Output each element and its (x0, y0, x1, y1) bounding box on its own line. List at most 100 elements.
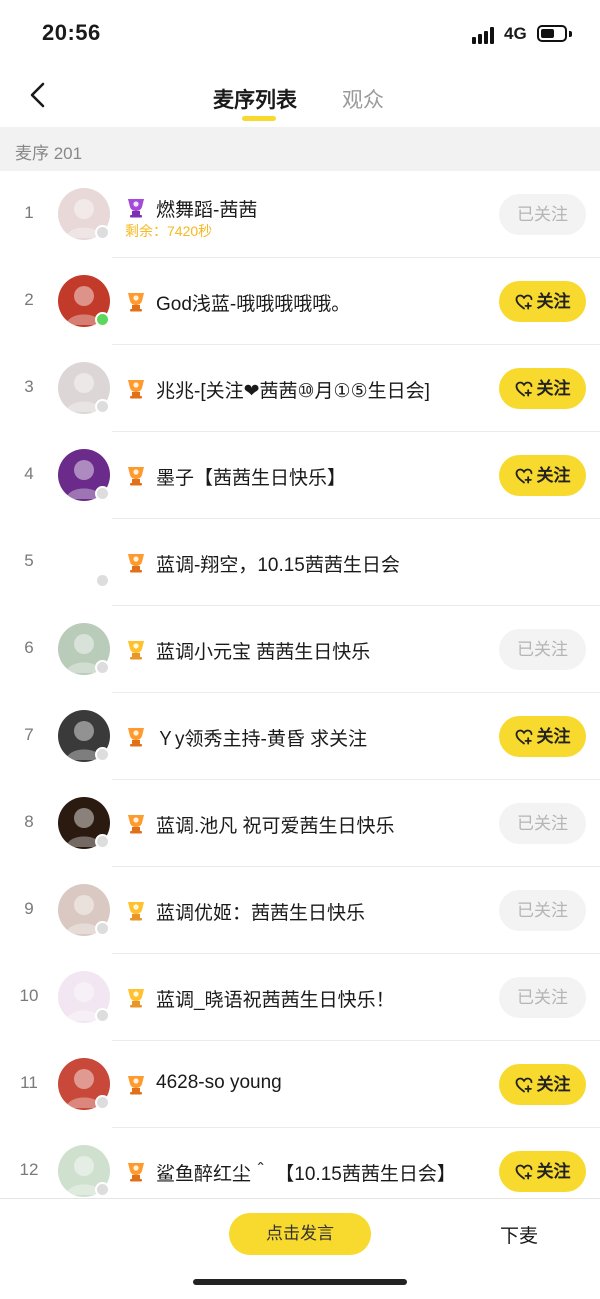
list-item[interactable]: 4 墨子【茜茜生日快乐】 关注 (0, 432, 600, 519)
list-item[interactable]: 8 蓝调.池凡 祝可爱茜生日快乐 已关注 (0, 780, 600, 867)
follow-button-label: 关注 (536, 466, 571, 485)
list-item[interactable]: 9 蓝调优姬：茜茜生日快乐 已关注 (0, 867, 600, 954)
trophy-icon (128, 641, 144, 660)
avatar[interactable] (58, 362, 110, 414)
followed-button[interactable]: 已关注 (499, 977, 586, 1018)
follow-button-label: 关注 (536, 379, 571, 398)
avatar[interactable] (58, 971, 110, 1023)
online-status-dot (95, 225, 110, 240)
online-status-dot (95, 1008, 110, 1023)
online-status-dot (95, 834, 110, 849)
queue-count-bar: 麦序 201 (0, 127, 600, 171)
user-name: 蓝调-翔空，10.15茜茜生日会 (156, 555, 400, 576)
list-item[interactable]: 12 鲨鱼醉红尘＾ 【10.15茜茜生日会】 关注 (0, 1128, 600, 1198)
follow-button-label: 已关注 (517, 901, 568, 920)
active-tab-indicator (242, 116, 276, 121)
followed-button[interactable]: 已关注 (499, 890, 586, 931)
avatar[interactable] (58, 1145, 110, 1197)
trophy-icon (128, 1076, 144, 1095)
user-name: 蓝调优姬：茜茜生日快乐 (156, 903, 366, 924)
follow-button-label: 关注 (536, 292, 571, 311)
avatar[interactable] (58, 275, 110, 327)
rank-number: 11 (20, 1073, 38, 1092)
heart-plus-icon (515, 381, 532, 396)
avatar[interactable] (58, 536, 110, 588)
rank-number: 4 (24, 464, 34, 483)
trophy-icon (128, 293, 144, 312)
avatar[interactable] (58, 188, 110, 240)
follow-button-label: 关注 (536, 727, 571, 746)
trophy-icon (128, 199, 144, 218)
heart-plus-icon (515, 1164, 532, 1179)
back-button[interactable] (24, 78, 54, 112)
online-status-dot (95, 747, 110, 762)
trophy-icon (128, 380, 144, 399)
list-item[interactable]: 2 God浅蓝-哦哦哦哦哦。 关注 (0, 258, 600, 345)
online-status-dot (95, 312, 110, 327)
avatar[interactable] (58, 623, 110, 675)
battery-tip (569, 31, 572, 37)
rank-number: 3 (24, 377, 34, 396)
chevron-left-icon (30, 82, 45, 108)
heart-plus-icon (515, 294, 532, 309)
followed-button[interactable]: 已关注 (499, 629, 586, 670)
followed-button[interactable]: 已关注 (499, 803, 586, 844)
queue-count-label: 麦序 201 (15, 144, 83, 163)
user-name: 兆兆-[关注❤茜茜⑩月①⑤生日会] (156, 381, 430, 402)
leave-mic-button[interactable]: 下麦 (500, 1221, 538, 1248)
follow-button-label: 关注 (536, 1075, 571, 1094)
list-item[interactable]: 7 Ｙy领秀主持-黄昏 求关注 关注 (0, 693, 600, 780)
follow-button[interactable]: 关注 (499, 281, 586, 322)
heart-plus-icon (515, 1077, 532, 1092)
rank-number: 6 (24, 638, 34, 657)
list-item[interactable]: 6 蓝调小元宝 茜茜生日快乐 已关注 (0, 606, 600, 693)
trophy-icon (128, 902, 144, 921)
mic-queue-list[interactable]: 1 燃舞蹈-茜茜 剩余：7420秒 已关注 2 God浅蓝-哦哦哦哦哦。 关注 … (0, 171, 600, 1198)
avatar[interactable] (58, 1058, 110, 1110)
status-bar: 20:56 4G (0, 0, 600, 70)
heart-plus-icon (515, 468, 532, 483)
followed-button[interactable]: 已关注 (499, 194, 586, 235)
follow-button[interactable]: 关注 (499, 455, 586, 496)
online-status-dot (95, 1182, 110, 1197)
rank-number: 1 (24, 203, 34, 222)
avatar[interactable] (58, 884, 110, 936)
trophy-icon (128, 467, 144, 486)
list-item[interactable]: 1 燃舞蹈-茜茜 剩余：7420秒 已关注 (0, 171, 600, 258)
online-status-dot (95, 486, 110, 501)
user-name: 蓝调.池凡 祝可爱茜生日快乐 (156, 816, 395, 837)
avatar[interactable] (58, 710, 110, 762)
rank-number: 7 (24, 725, 34, 744)
follow-button-label: 已关注 (517, 640, 568, 659)
follow-button[interactable]: 关注 (499, 716, 586, 757)
rank-number: 9 (24, 899, 34, 918)
user-name: 鲨鱼醉红尘＾ 【10.15茜茜生日会】 (156, 1164, 456, 1185)
bottom-bar: 点击发言 下麦 (0, 1198, 600, 1299)
trophy-icon (128, 989, 144, 1008)
online-status-dot (95, 399, 110, 414)
trophy-icon (128, 728, 144, 747)
tab-audience[interactable]: 观众 (342, 84, 384, 114)
online-status-dot (95, 573, 110, 588)
follow-button-label: 已关注 (517, 814, 568, 833)
list-item[interactable]: 11 4628-so young 关注 (0, 1041, 600, 1128)
user-name: 燃舞蹈-茜茜 (156, 200, 258, 221)
trophy-icon (128, 815, 144, 834)
network-type: 4G (504, 24, 527, 43)
list-item[interactable]: 10 蓝调_晓语祝茜茜生日快乐！ 已关注 (0, 954, 600, 1041)
speak-button[interactable]: 点击发言 (229, 1213, 371, 1255)
user-name: 蓝调_晓语祝茜茜生日快乐！ (156, 990, 395, 1011)
signal-icon (472, 26, 498, 44)
header: 麦序列表 观众 (0, 70, 600, 126)
user-name: 蓝调小元宝 茜茜生日快乐 (156, 642, 371, 663)
follow-button[interactable]: 关注 (499, 1151, 586, 1192)
tab-mic-queue[interactable]: 麦序列表 (213, 84, 297, 114)
follow-button[interactable]: 关注 (499, 1064, 586, 1105)
follow-button[interactable]: 关注 (499, 368, 586, 409)
list-item[interactable]: 3 兆兆-[关注❤茜茜⑩月①⑤生日会] 关注 (0, 345, 600, 432)
list-item[interactable]: 5 蓝调-翔空，10.15茜茜生日会 (0, 519, 600, 606)
avatar[interactable] (58, 797, 110, 849)
remaining-time: 剩余：7420秒 (125, 223, 213, 239)
user-name: Ｙy领秀主持-黄昏 求关注 (156, 729, 368, 750)
avatar[interactable] (58, 449, 110, 501)
